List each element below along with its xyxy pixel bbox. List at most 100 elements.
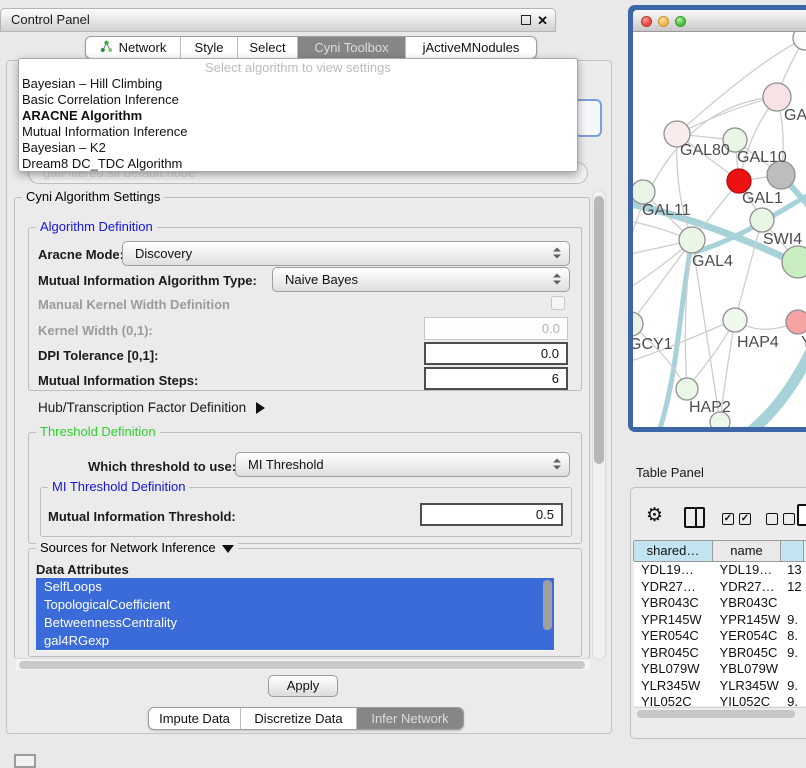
- scrollbar-thumb[interactable]: [19, 661, 585, 669]
- table-cell[interactable]: YBR043C: [714, 595, 783, 612]
- table-cell[interactable]: 13: [782, 562, 806, 579]
- table-row[interactable]: YIL052CYIL052C9.: [634, 694, 806, 706]
- table-cell[interactable]: 12: [782, 579, 806, 596]
- network-node[interactable]: [793, 32, 806, 50]
- table-row[interactable]: YPR145WYPR145W9.: [634, 612, 806, 629]
- sources-group-title[interactable]: Sources for Network Inference: [36, 541, 238, 555]
- table-cell[interactable]: YBR043C: [634, 595, 714, 612]
- zoom-button[interactable]: [675, 16, 686, 27]
- table-row[interactable]: YBR043CYBR043C: [634, 595, 806, 612]
- dpi-tolerance-field[interactable]: 0.0: [424, 342, 568, 365]
- table-cell[interactable]: YBL079W: [634, 661, 714, 678]
- tab-infer-network[interactable]: Infer Network: [357, 708, 463, 729]
- minimize-button[interactable]: [658, 16, 669, 27]
- dropdown-item[interactable]: Dream8 DC_TDC Algorithm: [19, 156, 577, 172]
- table-cell[interactable]: YDL19…: [714, 562, 783, 579]
- expand-arrow-icon[interactable]: [256, 402, 265, 414]
- close-icon[interactable]: ✕: [537, 11, 548, 30]
- dropdown-item[interactable]: Basic Correlation Inference: [19, 92, 577, 108]
- network-node[interactable]: [786, 310, 806, 334]
- table-cell[interactable]: YER054C: [714, 628, 783, 645]
- scrollbar-thumb[interactable]: [637, 710, 795, 718]
- select-all-icon[interactable]: ✓: [722, 513, 734, 525]
- table-cell[interactable]: YDR27…: [634, 579, 714, 596]
- table-cell[interactable]: 9.: [782, 678, 806, 695]
- network-node[interactable]: [782, 246, 806, 278]
- aracne-mode-combo[interactable]: Discovery: [122, 241, 570, 266]
- table-cell[interactable]: [782, 595, 806, 612]
- table-column-header[interactable]: shared…: [633, 541, 713, 561]
- table-cell[interactable]: YER054C: [634, 628, 714, 645]
- network-edge[interactable]: [677, 97, 777, 134]
- table-row[interactable]: YDR27…YDR27…12: [634, 579, 806, 596]
- dropdown-item-selected[interactable]: ARACNE Algorithm: [19, 108, 577, 124]
- table-row[interactable]: YDL19…YDL19…13: [634, 562, 806, 579]
- table-cell[interactable]: YLR345W: [714, 678, 783, 695]
- dropdown-item[interactable]: Bayesian – Hill Climbing: [19, 76, 577, 92]
- float-panel-icon[interactable]: [521, 15, 531, 25]
- table-cell[interactable]: YLR345W: [634, 678, 714, 695]
- manual-kernel-checkbox[interactable]: [551, 296, 565, 310]
- tab-network[interactable]: Network: [86, 37, 181, 58]
- attribute-item-selected[interactable]: BetweennessCentrality: [36, 614, 554, 632]
- table-cell[interactable]: 8.: [782, 628, 806, 645]
- table-cell[interactable]: YBR045C: [634, 645, 714, 662]
- gear-icon[interactable]: ⚙: [646, 504, 663, 526]
- table-row[interactable]: YBR045CYBR045C9.: [634, 645, 806, 662]
- tab-cyni-toolbox[interactable]: Cyni Toolbox: [298, 37, 406, 58]
- tab-impute-data[interactable]: Impute Data: [149, 708, 241, 729]
- network-canvas[interactable]: GAL7GAL80GAL10GAL1GAL11SWI4GAL4GCY1HAP4Y…: [633, 32, 806, 427]
- tab-discretize-data[interactable]: Discretize Data: [241, 708, 357, 729]
- attribute-item-selected[interactable]: SelfLoops: [36, 578, 554, 596]
- table-cell[interactable]: YIL052C: [714, 694, 783, 706]
- network-node[interactable]: [723, 308, 747, 332]
- table-column-header[interactable]: [780, 541, 804, 561]
- scrollbar-thumb[interactable]: [594, 196, 604, 464]
- dropdown-item[interactable]: Bayesian – K2: [19, 140, 577, 156]
- settings-horizontal-scrollbar[interactable]: [16, 658, 590, 670]
- network-node[interactable]: [633, 312, 643, 336]
- mi-type-combo[interactable]: Naive Bayes: [272, 267, 570, 292]
- table-row[interactable]: YBL079WYBL079W: [634, 661, 806, 678]
- table-cell[interactable]: YBL079W: [714, 661, 783, 678]
- tab-jactivemnodules[interactable]: jActiveMNodules: [406, 37, 536, 58]
- attribute-list-scrollbar[interactable]: [543, 580, 552, 630]
- mi-threshold-field[interactable]: 0.5: [420, 503, 563, 526]
- attribute-item-selected[interactable]: gal4RGexp: [36, 632, 554, 650]
- table-row[interactable]: YLR345WYLR345W9.: [634, 678, 806, 695]
- network-node[interactable]: [676, 378, 698, 400]
- table-cell[interactable]: 9.: [782, 612, 806, 629]
- network-node[interactable]: [679, 227, 705, 253]
- table-row[interactable]: YER054CYER054C8.: [634, 628, 806, 645]
- deselect-all-icon[interactable]: [766, 513, 778, 525]
- dropdown-item[interactable]: Mutual Information Inference: [19, 124, 577, 140]
- table-cell[interactable]: 9.: [782, 645, 806, 662]
- tab-select[interactable]: Select: [238, 37, 298, 58]
- table-cell[interactable]: YIL052C: [634, 694, 714, 706]
- table-cell[interactable]: [782, 661, 806, 678]
- collapse-arrow-icon[interactable]: [222, 545, 234, 553]
- hub-definition-expander[interactable]: Hub/Transcription Factor Definition: [38, 400, 265, 415]
- table-cell[interactable]: YDR27…: [714, 579, 783, 596]
- tab-style[interactable]: Style: [181, 37, 238, 58]
- deselect-all-icon[interactable]: [783, 513, 795, 525]
- network-window-titlebar[interactable]: [633, 10, 806, 32]
- network-node[interactable]: [750, 208, 774, 232]
- network-node[interactable]: [633, 180, 655, 204]
- settings-vertical-scrollbar[interactable]: [592, 190, 606, 660]
- mi-steps-field[interactable]: 6: [424, 367, 568, 390]
- table-cell[interactable]: YPR145W: [714, 612, 783, 629]
- apply-button[interactable]: Apply: [268, 675, 338, 697]
- table-horizontal-scrollbar[interactable]: [634, 707, 806, 719]
- minimized-panel-icon[interactable]: [14, 754, 36, 768]
- table-cell[interactable]: YDL19…: [634, 562, 714, 579]
- table-cell[interactable]: 9.: [782, 694, 806, 706]
- which-threshold-combo[interactable]: MI Threshold: [235, 452, 570, 477]
- table-cell[interactable]: YBR045C: [714, 645, 783, 662]
- attribute-item-selected[interactable]: TopologicalCoefficient: [36, 596, 554, 614]
- table-cell[interactable]: YPR145W: [634, 612, 714, 629]
- table-column-header[interactable]: name: [712, 541, 781, 561]
- select-all-icon[interactable]: ✓: [739, 513, 751, 525]
- close-button[interactable]: [641, 16, 652, 27]
- document-icon[interactable]: [797, 504, 806, 526]
